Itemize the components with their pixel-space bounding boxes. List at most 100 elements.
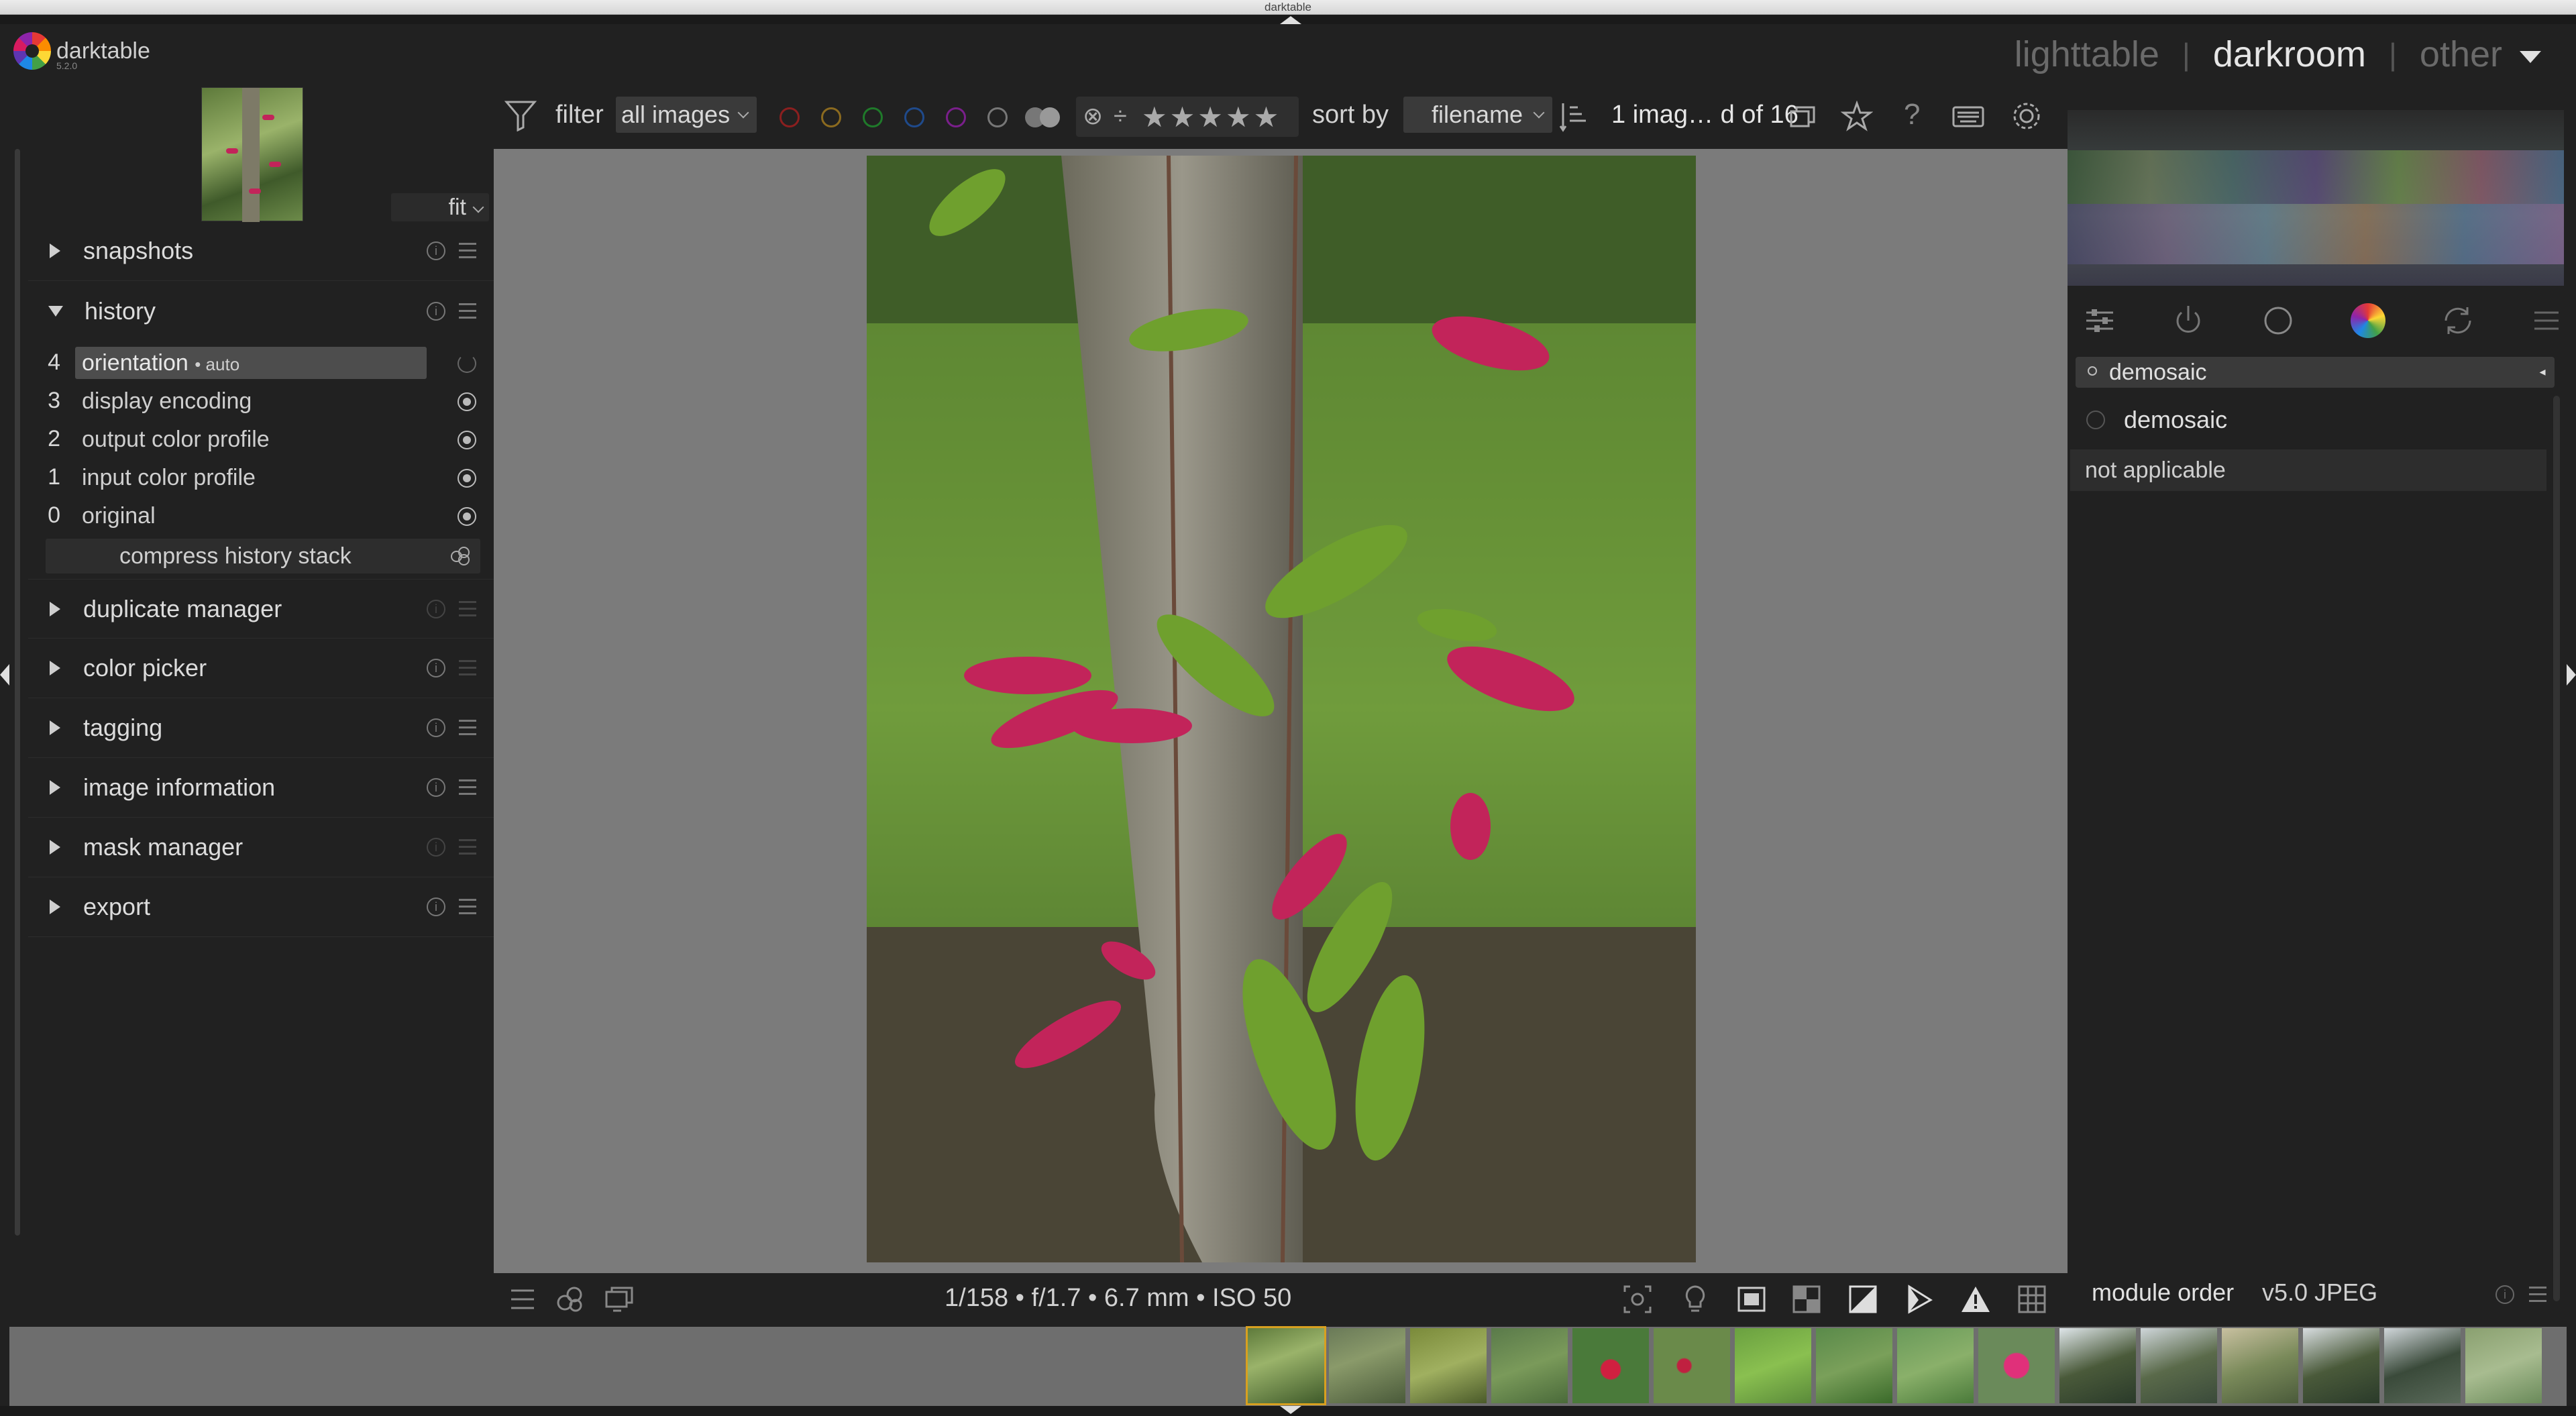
view-lighttable[interactable]: lighttable [2015, 34, 2159, 75]
active-modules-power-icon[interactable] [2171, 303, 2206, 338]
module-image-information[interactable]: image information i [28, 758, 494, 818]
filter-select[interactable]: all images [616, 97, 757, 133]
info-icon[interactable]: i [427, 659, 445, 677]
compress-history-button[interactable]: compress history stack [46, 539, 480, 574]
rating-filter[interactable]: ⊗ ÷ ★★★★★ [1076, 97, 1299, 137]
presets-menu-icon[interactable] [459, 779, 476, 796]
clear-search-icon[interactable]: ◂ [2534, 364, 2551, 380]
gamut-check-icon[interactable] [1904, 1284, 1935, 1315]
preferences-gear-icon[interactable] [2010, 99, 2043, 133]
quick-access-panel-icon[interactable] [2082, 303, 2117, 338]
color-assessment-icon[interactable] [1680, 1284, 1711, 1315]
module-tagging[interactable]: tagging i [28, 698, 494, 758]
info-icon[interactable]: i [427, 599, 445, 618]
star-rating[interactable]: ★★★★★ [1142, 101, 1281, 133]
filmstrip-thumbnail[interactable] [1978, 1328, 2055, 1403]
presets-menu-icon[interactable] [459, 720, 476, 736]
module-power-icon[interactable] [2086, 411, 2105, 429]
module-duplicate-manager[interactable]: duplicate manager i [28, 579, 494, 639]
filmstrip-thumbnail[interactable] [1329, 1328, 1405, 1403]
guides-icon[interactable] [2017, 1284, 2047, 1315]
color-label-circle[interactable] [946, 107, 966, 127]
module-export[interactable]: export i [28, 877, 494, 937]
histogram[interactable] [2068, 110, 2564, 286]
color-label-circle[interactable] [821, 107, 841, 127]
softproof-icon[interactable] [1847, 1284, 1878, 1315]
color-label-circle[interactable] [904, 107, 924, 127]
presets-menu-icon[interactable] [459, 303, 476, 319]
collapse-top-arrow-icon[interactable] [1280, 16, 1301, 24]
filmstrip-thumbnail[interactable] [1410, 1328, 1487, 1403]
filmstrip-thumbnail[interactable] [2465, 1328, 2542, 1403]
filmstrip-thumbnail[interactable] [2222, 1328, 2298, 1403]
module-snapshots[interactable]: snapshots i [28, 221, 494, 281]
color-label-circle[interactable] [987, 107, 1008, 127]
module-order-info-icon[interactable]: i [2496, 1285, 2514, 1304]
styles-icon[interactable] [554, 1284, 585, 1315]
filmstrip-thumbnail[interactable] [1735, 1328, 1811, 1403]
collapse-right-arrow-icon[interactable] [2567, 664, 2576, 686]
module-search-input[interactable]: demosaic ◂ [2076, 357, 2555, 388]
history-item[interactable]: 2 output color profile [28, 420, 494, 458]
filmstrip-thumbnail[interactable] [2141, 1328, 2217, 1403]
filmstrip-thumbnail[interactable] [1491, 1328, 1568, 1403]
range-icon[interactable]: ÷ [1114, 102, 1127, 130]
quick-access-menu-icon[interactable] [507, 1284, 538, 1315]
history-item[interactable]: 3 display encoding [28, 382, 494, 420]
module-order-presets-icon[interactable] [2529, 1287, 2546, 1303]
compress-history-icon[interactable] [451, 547, 471, 565]
focus-peaking-icon[interactable] [1622, 1284, 1653, 1315]
filmstrip-thumbnail[interactable] [2059, 1328, 2136, 1403]
info-icon[interactable]: i [427, 778, 445, 797]
info-icon[interactable]: i [427, 897, 445, 916]
presets-menu-icon[interactable] [459, 600, 476, 617]
filmstrip-thumbnail[interactable] [1816, 1328, 1892, 1403]
info-icon[interactable]: i [427, 718, 445, 737]
color-label-circle[interactable] [863, 107, 883, 127]
color-label-circle[interactable] [780, 107, 800, 127]
filmstrip-thumbnail[interactable] [1246, 1326, 1326, 1405]
views-dropdown-icon[interactable] [2520, 51, 2541, 63]
grouping-icon[interactable] [1788, 102, 1818, 131]
module-mask-manager[interactable]: mask manager i [28, 818, 494, 877]
info-icon[interactable]: i [427, 241, 445, 260]
base-modules-circle-icon[interactable] [2261, 303, 2296, 338]
filmstrip-thumbnail[interactable] [1654, 1328, 1730, 1403]
info-icon[interactable]: i [427, 838, 445, 857]
right-panel-scrollbar[interactable] [2553, 396, 2560, 1301]
presets-menu-icon[interactable] [459, 899, 476, 915]
history-item[interactable]: 0 original [28, 496, 494, 535]
view-darkroom[interactable]: darkroom [2213, 34, 2366, 75]
correct-modules-icon[interactable] [2440, 303, 2475, 338]
keyboard-shortcuts-icon[interactable] [1952, 105, 1984, 129]
filmstrip-thumbnail[interactable] [1572, 1328, 1649, 1403]
module-color-picker[interactable]: color picker i [28, 639, 494, 698]
collapse-bottom-arrow-icon[interactable] [1280, 1406, 1301, 1414]
info-icon[interactable]: i [427, 301, 445, 321]
module-demosaic-header[interactable]: demosaic [2070, 400, 2546, 440]
presets-menu-icon[interactable] [459, 660, 476, 676]
main-image[interactable] [867, 156, 1696, 1262]
sort-order-icon[interactable] [1558, 101, 1590, 133]
presets-menu-icon[interactable] [459, 839, 476, 855]
history-item[interactable]: 4 orientation • auto [28, 343, 494, 382]
reject-icon[interactable]: ⊗ [1083, 102, 1103, 130]
help-icon[interactable]: ? [1904, 98, 1920, 131]
history-item[interactable]: 1 input color profile [28, 458, 494, 496]
filmstrip-thumbnail[interactable] [2303, 1328, 2379, 1403]
clipping-icon[interactable] [1791, 1284, 1822, 1315]
filmstrip-thumbnail[interactable] [2384, 1328, 2461, 1403]
module-groups-menu-icon[interactable] [2529, 303, 2564, 338]
zoom-select[interactable]: fit [391, 193, 489, 221]
filmstrip-thumbnail[interactable] [1897, 1328, 1974, 1403]
second-window-icon[interactable] [604, 1284, 635, 1315]
star-overlay-icon[interactable] [1841, 101, 1873, 133]
filter-icon[interactable] [504, 98, 537, 131]
color-modules-icon[interactable] [2351, 303, 2385, 338]
sort-select[interactable]: filename [1403, 97, 1552, 133]
presets-menu-icon[interactable] [459, 243, 476, 259]
left-panel-scrollbar[interactable] [15, 149, 20, 1236]
navigation-thumbnail[interactable] [201, 87, 303, 222]
color-label-mode-toggle[interactable] [1025, 107, 1060, 127]
raw-overexposed-icon[interactable] [1736, 1284, 1767, 1315]
